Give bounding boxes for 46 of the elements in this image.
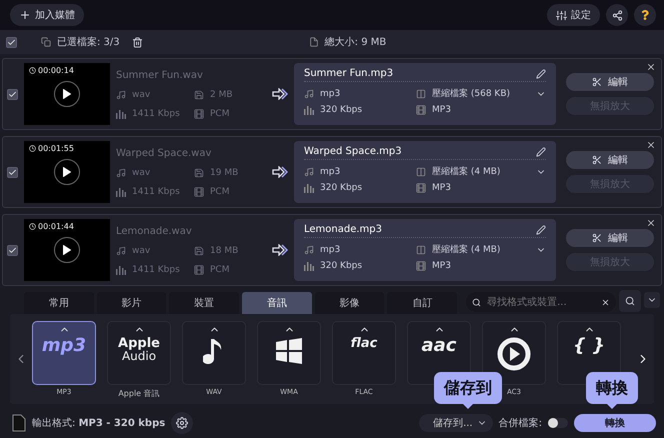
output-file-name: Lemonade.mp3: [304, 224, 382, 235]
source-size: 18 MB: [210, 246, 238, 256]
output-codec: MP3: [432, 183, 451, 193]
format-logo: aac: [422, 336, 456, 354]
output-format: mp3: [320, 88, 340, 98]
compression-value: 壓縮檔案 (568 KB): [432, 87, 510, 100]
merge-label: 合併檔案:: [498, 416, 542, 430]
output-format: mp3: [320, 166, 340, 176]
source-size: 2 MB: [210, 90, 233, 100]
output-format-label: 輸出格式: MP3 - 320 kbps: [32, 416, 166, 430]
source-file-name: Warped Space.wav: [116, 148, 212, 158]
output-bitrate: 320 Kbps: [320, 105, 362, 115]
source-file-name: Lemonade.wav: [116, 226, 193, 236]
format-logo: { }: [573, 336, 605, 354]
total-size: 總大小: 9 MB: [324, 36, 386, 49]
output-bitrate: 320 Kbps: [320, 183, 362, 193]
format-label: Apple 音訊: [118, 388, 160, 398]
output-codec: MP3: [432, 261, 451, 271]
compression-value: 壓縮檔案 (4 MB): [432, 165, 500, 178]
format-logo: Audio: [122, 350, 156, 362]
duration: 00:01:44: [38, 222, 74, 231]
output-codec: MP3: [432, 105, 451, 115]
format-logo: Apple: [118, 336, 160, 350]
source-format: wav: [132, 168, 150, 178]
tooltip: 轉換: [586, 372, 638, 404]
source-format: wav: [132, 90, 150, 100]
tooltip: 儲存到: [434, 372, 502, 404]
source-file-name: Summer Fun.wav: [116, 70, 204, 80]
duration: 00:00:14: [38, 66, 74, 75]
source-codec: PCM: [210, 186, 230, 196]
selected-count: 已選檔案: 3/3: [57, 36, 120, 49]
output-bitrate: 320 Kbps: [320, 261, 362, 271]
source-format: wav: [132, 246, 150, 256]
output-file-name: Summer Fun.mp3: [304, 68, 394, 79]
source-bitrate: 1411 Kbps: [132, 108, 180, 118]
source-codec: PCM: [210, 108, 230, 118]
compression-value: 壓縮檔案 (4 MB): [432, 243, 500, 256]
source-bitrate: 1411 Kbps: [132, 264, 180, 274]
output-format: mp3: [320, 244, 340, 254]
output-file-name: Warped Space.mp3: [304, 146, 402, 157]
source-size: 19 MB: [210, 168, 238, 178]
source-bitrate: 1411 Kbps: [132, 186, 180, 196]
duration: 00:01:55: [38, 144, 74, 153]
format-logo: flac: [350, 336, 378, 350]
source-codec: PCM: [210, 264, 230, 274]
format-logo: mp3: [42, 336, 86, 354]
